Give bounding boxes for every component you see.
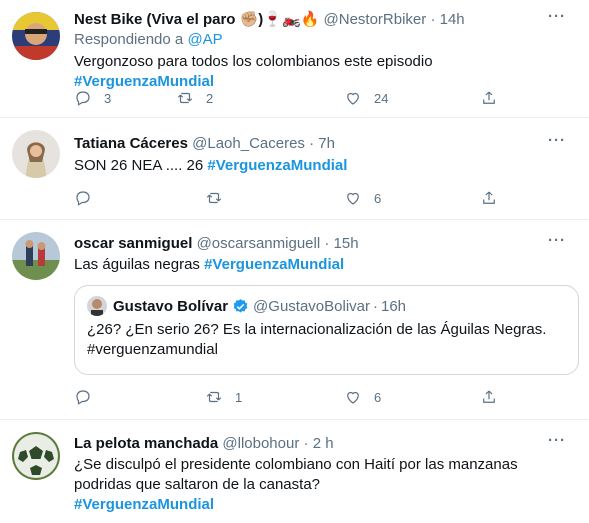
share-button[interactable] — [480, 188, 498, 208]
separator: · — [303, 435, 309, 452]
user-handle[interactable]: @oscarsanmiguell — [197, 235, 321, 252]
timestamp[interactable]: 14h — [440, 11, 465, 28]
like-button[interactable]: 6 — [344, 387, 381, 407]
tweet-header: Nest Bike (Viva el paro ✊🏼)🍷🏍️🔥 @NestorR… — [74, 9, 569, 30]
timestamp[interactable]: 2 h — [313, 435, 334, 452]
hashtag-link[interactable]: #VerguenzaMundial — [207, 157, 347, 174]
separator: · — [430, 11, 436, 28]
tweet-laoh-caceres[interactable]: Tatiana Cáceres @Laoh_Caceres · 7h ··· S… — [0, 118, 589, 220]
timestamp[interactable]: 15h — [334, 235, 359, 252]
share-icon — [483, 191, 495, 204]
quoted-user-handle: @GustavoBolivar — [253, 297, 370, 315]
tweet-oscarsanmiguell[interactable]: oscar sanmiguel @oscarsanmiguell · 15h ·… — [0, 220, 589, 420]
tweet-text: ¿Se disculpó el presidente colombiano co… — [74, 456, 518, 493]
user-name[interactable]: La pelota manchada — [74, 435, 218, 452]
reply-button[interactable] — [74, 188, 104, 208]
tweet-header: La pelota manchada @llobohour · 2 h ··· — [74, 433, 569, 454]
quoted-tweet-header: Gustavo Bolívar @GustavoBolivar · 16h — [87, 296, 406, 316]
separator: · — [324, 235, 330, 252]
more-icon[interactable]: ··· — [545, 9, 569, 30]
tweet-text-body: Vergonzoso para todos los colombianos es… — [74, 53, 433, 70]
retweet-count: 1 — [235, 389, 243, 405]
retweet-count: 2 — [206, 90, 214, 106]
like-icon — [347, 391, 359, 404]
reply-button[interactable] — [74, 387, 104, 407]
share-button[interactable] — [480, 88, 498, 108]
tweet-actions: 6 — [74, 188, 504, 208]
separator: · — [309, 135, 315, 152]
more-icon[interactable]: ··· — [545, 133, 569, 154]
tweet-text: Vergonzoso para todos los colombianos es… — [74, 52, 569, 92]
replying-to: Respondiendo a @AP — [74, 30, 569, 50]
reply-count: 3 — [104, 90, 112, 106]
like-icon — [347, 92, 359, 105]
separator: · — [373, 297, 378, 315]
reply-icon — [76, 91, 90, 106]
user-handle[interactable]: @llobohour — [222, 435, 299, 452]
tweet-text: Las águilas negras #VerguenzaMundial — [74, 255, 569, 275]
retweet-icon — [206, 391, 222, 403]
like-icon — [347, 192, 359, 205]
tweet-text-body: SON 26 NEA .... 26 — [74, 157, 208, 174]
tweet-header: oscar sanmiguel @oscarsanmiguell · 15h ·… — [74, 233, 569, 254]
retweet-button[interactable]: 1 — [205, 387, 242, 407]
like-count: 6 — [374, 190, 382, 206]
share-icon — [483, 390, 495, 403]
avatar[interactable] — [12, 432, 60, 480]
reply-icon — [76, 390, 90, 405]
quoted-timestamp: 16h — [381, 297, 407, 315]
like-count: 6 — [374, 389, 382, 405]
retweet-icon — [177, 92, 193, 104]
user-handle[interactable]: @Laoh_Caceres — [192, 135, 305, 152]
replying-prefix: Respondiendo a — [74, 31, 188, 48]
tweet-llobohour[interactable]: La pelota manchada @llobohour · 2 h ··· … — [0, 420, 589, 523]
user-name[interactable]: Nest Bike (Viva el paro ✊🏼)🍷🏍️🔥 — [74, 11, 319, 28]
more-icon[interactable]: ··· — [545, 433, 569, 454]
hashtag-link[interactable]: #VerguenzaMundial — [74, 496, 214, 513]
timestamp[interactable]: 7h — [318, 135, 335, 152]
retweet-icon — [206, 192, 222, 204]
verified-icon — [233, 298, 248, 313]
more-icon[interactable]: ··· — [545, 233, 569, 254]
avatar[interactable] — [12, 232, 60, 280]
tweet-actions: 3 2 24 — [74, 88, 504, 108]
retweet-button[interactable] — [205, 188, 235, 208]
reply-icon — [76, 191, 90, 206]
user-name[interactable]: Tatiana Cáceres — [74, 135, 188, 152]
share-button[interactable] — [480, 387, 498, 407]
avatar[interactable] — [12, 130, 60, 178]
like-button[interactable]: 24 — [344, 88, 388, 108]
quoted-tweet[interactable]: Gustavo Bolívar @GustavoBolivar · 16h ¿2… — [74, 285, 579, 375]
replying-to-link[interactable]: @AP — [187, 31, 222, 48]
quoted-avatar — [87, 296, 107, 316]
avatar[interactable] — [12, 12, 60, 60]
tweet-header: Tatiana Cáceres @Laoh_Caceres · 7h ··· — [74, 133, 569, 154]
like-button[interactable]: 6 — [344, 188, 381, 208]
user-name[interactable]: oscar sanmiguel — [74, 235, 192, 252]
tweet-hashtag-line: #VerguenzaMundial — [74, 495, 569, 515]
tweet-actions: 1 6 — [74, 387, 504, 407]
retweet-button[interactable]: 2 — [176, 88, 213, 108]
like-count: 24 — [374, 90, 389, 106]
quoted-user-name: Gustavo Bolívar — [113, 297, 229, 315]
hashtag-link[interactable]: #VerguenzaMundial — [204, 256, 344, 273]
user-handle[interactable]: @NestorRbiker — [324, 11, 427, 28]
tweet-nestorrbiker[interactable]: Nest Bike (Viva el paro ✊🏼)🍷🏍️🔥 @NestorR… — [0, 0, 589, 118]
reply-button[interactable]: 3 — [74, 88, 111, 108]
share-icon — [483, 91, 495, 104]
tweet-text: SON 26 NEA .... 26 #VerguenzaMundial — [74, 156, 569, 176]
tweet-text-body: Las águilas negras — [74, 256, 205, 273]
quoted-tweet-text: ¿26? ¿En serio 26? Es la internacionaliz… — [87, 321, 547, 358]
